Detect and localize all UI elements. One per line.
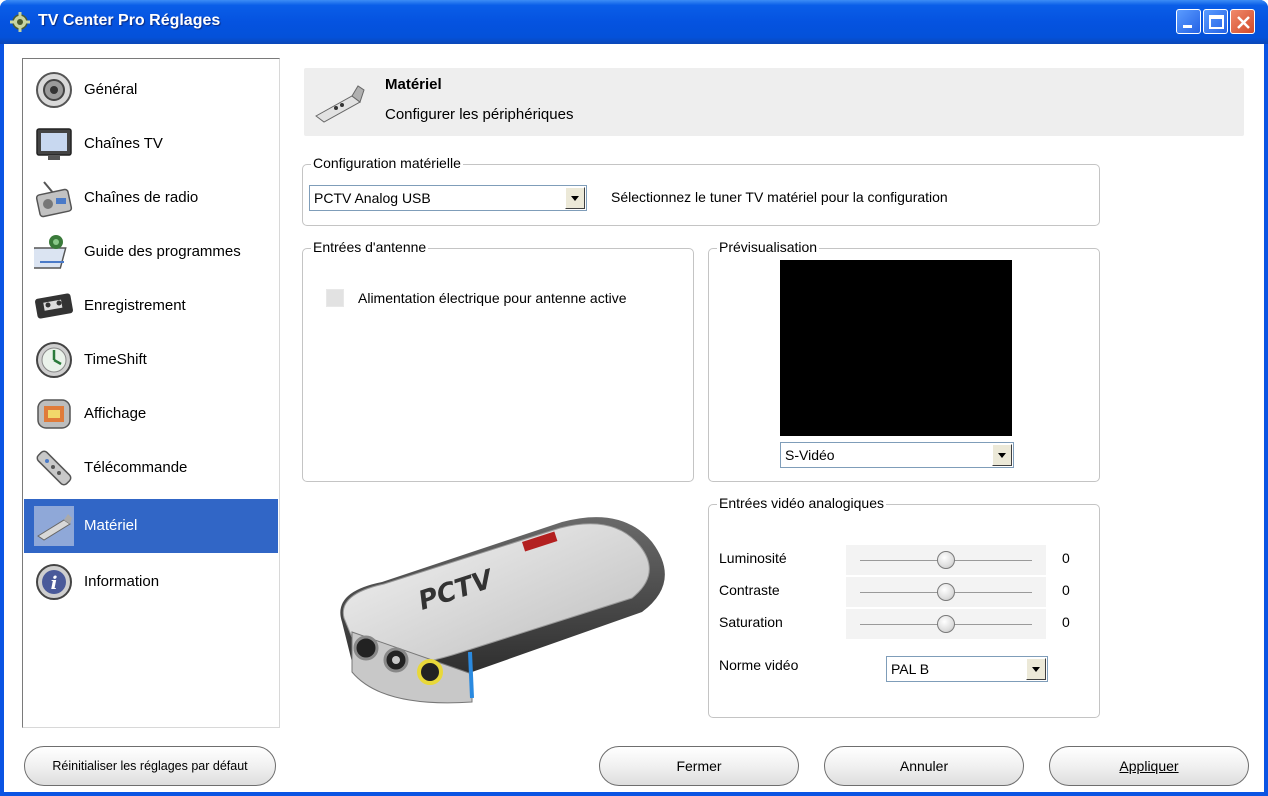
window-title: TV Center Pro Réglages: [38, 12, 221, 29]
chevron-down-icon[interactable]: [1026, 658, 1046, 680]
chevron-down-icon[interactable]: [565, 187, 585, 209]
sidebar-item-program-guide[interactable]: Guide des programmes: [24, 225, 278, 279]
reset-defaults-button[interactable]: Réinitialiser les réglages par défaut: [24, 746, 276, 786]
antenna-group: Entrées d'antenne: [302, 239, 694, 482]
brightness-label: Luminosité: [719, 550, 787, 566]
client-area: Général Chaînes TV Chaînes de radio Guid…: [4, 44, 1264, 792]
remote-control-icon: [36, 450, 72, 486]
sidebar-item-label: Télécommande: [84, 459, 188, 476]
brightness-slider[interactable]: [846, 545, 1046, 575]
tuner-select[interactable]: PCTV Analog USB: [309, 185, 587, 211]
sidebar-item-label: Information: [84, 573, 160, 590]
maximize-button[interactable]: [1203, 9, 1228, 34]
close-window-button[interactable]: [1230, 9, 1255, 34]
close-button[interactable]: Fermer: [599, 746, 799, 786]
settings-window: TV Center Pro Réglages Général Chaînes T…: [0, 0, 1268, 796]
brightness-value: 0: [1062, 550, 1070, 566]
antenna-power-label: Alimentation électrique pour antenne act…: [358, 290, 627, 306]
contrast-label: Contraste: [719, 582, 780, 598]
minimize-icon: [1183, 25, 1192, 28]
gear-app-icon: [10, 12, 30, 32]
sidebar-item-radio-channels[interactable]: Chaînes de radio: [24, 171, 278, 225]
video-norm-label: Norme vidéo: [719, 657, 799, 673]
sidebar-item-general[interactable]: Général: [24, 63, 278, 117]
close-icon: [1237, 16, 1250, 29]
page-subtitle: Configurer les périphériques: [385, 106, 574, 123]
video-norm-value: PAL B: [891, 661, 930, 677]
sidebar-item-hardware[interactable]: Matériel: [24, 499, 278, 553]
info-icon: i: [36, 564, 72, 600]
program-guide-icon: [34, 235, 67, 269]
video-source-value: S-Vidéo: [785, 447, 835, 463]
sidebar-item-label: Guide des programmes: [84, 243, 241, 260]
contrast-value: 0: [1062, 582, 1070, 598]
slider-thumb[interactable]: [937, 615, 955, 633]
video-norm-select[interactable]: PAL B: [886, 656, 1048, 682]
sidebar-item-remote-control[interactable]: Télécommande: [24, 441, 278, 495]
slider-thumb[interactable]: [937, 551, 955, 569]
saturation-value: 0: [1062, 614, 1070, 630]
hardware-icon: [315, 85, 365, 123]
apply-button-label: Appliquer: [1119, 758, 1179, 774]
pctv-device-image: PCTV: [340, 517, 665, 704]
cancel-button[interactable]: Annuler: [824, 746, 1024, 786]
video-preview: [780, 260, 1012, 436]
sidebar-item-label: Affichage: [84, 405, 147, 422]
sidebar-item-tv-channels[interactable]: Chaînes TV: [24, 117, 278, 171]
sidebar-item-timeshift[interactable]: TimeShift: [24, 333, 278, 387]
title-bar[interactable]: TV Center Pro Réglages: [0, 0, 1268, 44]
radio-icon: [35, 181, 73, 218]
slider-thumb[interactable]: [937, 583, 955, 601]
svg-text:i: i: [51, 573, 58, 594]
sidebar-item-label: Chaînes de radio: [84, 189, 199, 206]
sidebar-item-display[interactable]: Affichage: [24, 387, 278, 441]
sidebar-item-information[interactable]: i Information: [24, 555, 278, 609]
section-header: Matériel Configurer les périphériques: [304, 68, 1244, 136]
category-sidebar: Général Chaînes TV Chaînes de radio Guid…: [22, 58, 280, 728]
video-source-select[interactable]: S-Vidéo: [780, 442, 1014, 468]
tuner-select-value: PCTV Analog USB: [314, 190, 431, 206]
sidebar-item-label: Général: [84, 81, 138, 98]
antenna-power-checkbox[interactable]: [326, 289, 344, 307]
chevron-down-icon[interactable]: [992, 444, 1012, 466]
apply-button[interactable]: Appliquer: [1049, 746, 1249, 786]
sidebar-item-label: Matériel: [84, 517, 138, 534]
sidebar-item-label: TimeShift: [84, 351, 147, 368]
saturation-slider[interactable]: [846, 609, 1046, 639]
hardware-icon: [34, 506, 74, 546]
sidebar-item-recording[interactable]: Enregistrement: [24, 279, 278, 333]
minimize-button[interactable]: [1176, 9, 1201, 34]
clock-icon: [36, 342, 72, 378]
vhs-tape-icon: [35, 293, 73, 319]
group-legend: Configuration matérielle: [311, 155, 463, 171]
sidebar-item-label: Chaînes TV: [84, 135, 163, 152]
speaker-icon: [36, 72, 72, 108]
maximize-icon: [1209, 15, 1224, 29]
display-icon: [37, 399, 71, 429]
page-title: Matériel: [385, 76, 442, 93]
contrast-slider[interactable]: [846, 577, 1046, 607]
group-legend: Entrées vidéo analogiques: [717, 495, 887, 511]
saturation-label: Saturation: [719, 614, 783, 630]
tv-monitor-icon: [36, 128, 72, 160]
sidebar-item-label: Enregistrement: [84, 297, 186, 314]
group-legend: Entrées d'antenne: [311, 239, 429, 255]
group-legend: Prévisualisation: [717, 239, 820, 255]
tuner-hint: Sélectionnez le tuner TV matériel pour l…: [611, 189, 948, 205]
